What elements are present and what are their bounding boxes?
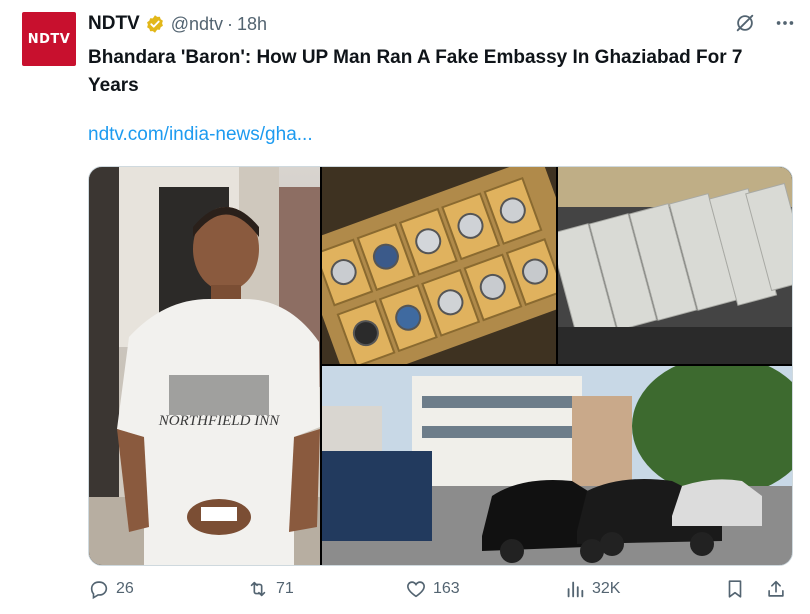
bookmark-button[interactable] [724, 578, 746, 600]
bookmark-icon [728, 580, 742, 598]
header-separator: · [227, 13, 234, 34]
share-icon [768, 580, 784, 597]
reply-button[interactable]: 26 [88, 578, 134, 600]
tweet-media-grid: NORTHFIELD INN [88, 166, 793, 566]
tweet-header: NDTV @ndtv · 18h [88, 12, 267, 36]
watch-collection-photo[interactable] [322, 167, 556, 364]
account-name[interactable]: NDTV [88, 13, 140, 35]
reply-icon [90, 581, 108, 600]
tweet-action-bar: 26 71 163 32K [88, 578, 793, 606]
embassy-building-cars-photo[interactable] [322, 366, 792, 565]
grok-icon[interactable] [734, 12, 756, 34]
verified-badge-icon [146, 15, 163, 33]
tweet-timestamp[interactable]: 18h [237, 14, 267, 35]
repost-count: 71 [276, 580, 294, 597]
repost-icon [250, 581, 266, 597]
cash-bundles-photo[interactable] [558, 167, 792, 364]
tweet-top-actions [734, 12, 796, 34]
more-icon[interactable] [774, 12, 796, 34]
views-count: 32K [592, 580, 621, 597]
tweet-text: Bhandara 'Baron': How UP Man Ran A Fake … [88, 47, 743, 96]
reply-count: 26 [116, 580, 134, 597]
shirt-print-text: NORTHFIELD INN [158, 413, 280, 429]
like-button[interactable]: 163 [405, 578, 460, 600]
man-in-white-tshirt-photo[interactable]: NORTHFIELD INN [89, 167, 320, 565]
share-button[interactable] [765, 578, 787, 600]
article-link[interactable]: ndtv.com/india-news/gha... [88, 124, 313, 146]
like-count: 163 [433, 580, 460, 597]
views-icon [567, 581, 584, 598]
ndtv-logo-text: NDTV [27, 31, 71, 47]
repost-button[interactable]: 71 [246, 578, 294, 600]
views-button[interactable]: 32K [564, 578, 620, 600]
like-icon [407, 581, 425, 598]
account-handle[interactable]: @ndtv [171, 14, 223, 35]
ndtv-avatar[interactable]: NDTV [22, 12, 76, 66]
